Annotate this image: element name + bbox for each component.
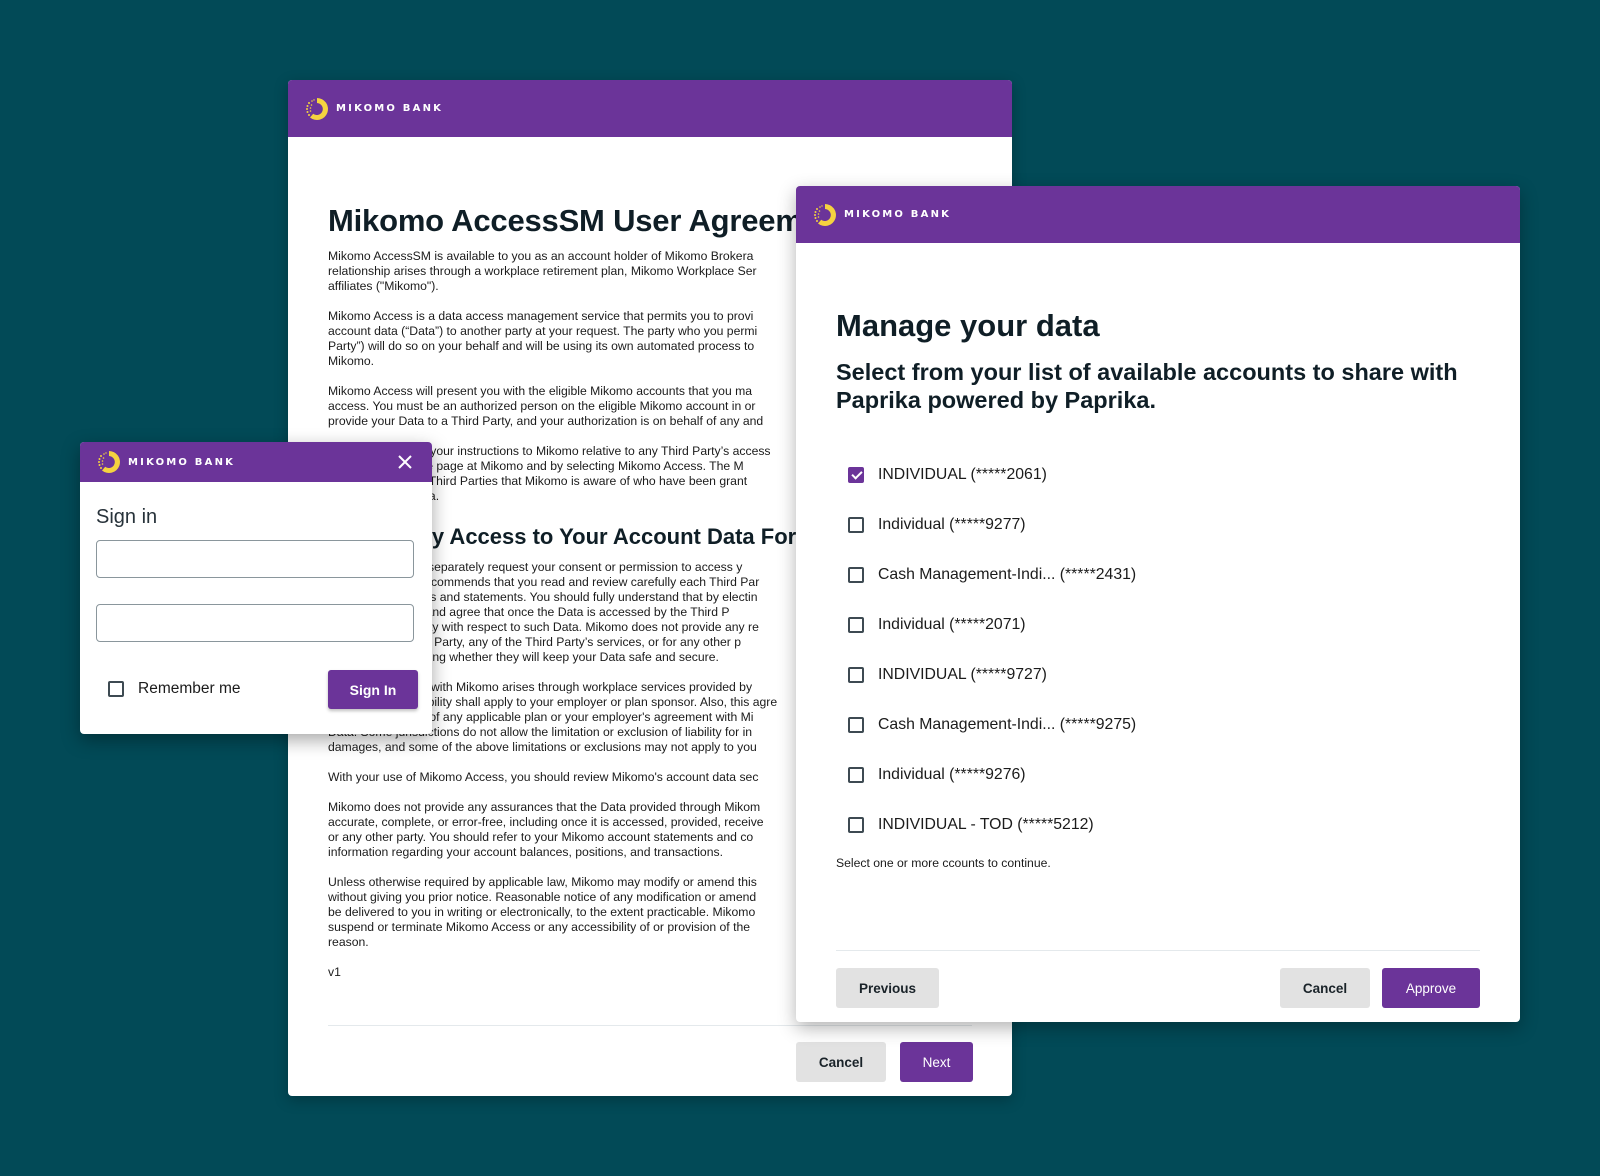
mikomo-logo: MIKOMO BANK (304, 96, 443, 122)
brand-name: MIKOMO BANK (844, 209, 952, 220)
account-label: Individual (*****9277) (878, 516, 1026, 533)
remember-me-checkbox-row[interactable]: Remember me (108, 680, 241, 698)
brand-name: MIKOMO BANK (128, 456, 236, 468)
account-label: INDIVIDUAL (*****2061) (878, 466, 1047, 483)
mikomo-ring-logo-icon (306, 97, 328, 120)
remember-me-label: Remember me (138, 680, 241, 697)
mikomo-ring-logo-icon (814, 203, 836, 226)
mikomo-logo: MIKOMO BANK (812, 202, 951, 228)
next-button[interactable]: Next (900, 1042, 973, 1082)
account-list-item[interactable]: Cash Management-Indi... (*****9275) (848, 700, 1136, 750)
account-checkbox[interactable] (848, 717, 864, 733)
account-label: Individual (*****2071) (878, 616, 1026, 633)
mikomo-logo: MIKOMO BANK (96, 449, 235, 475)
account-label: INDIVIDUAL (*****9727) (878, 666, 1047, 683)
account-checkbox[interactable] (848, 517, 864, 533)
account-checkbox[interactable] (848, 667, 864, 683)
account-checkbox[interactable] (848, 467, 864, 483)
password-input[interactable] (96, 604, 414, 642)
cancel-button[interactable]: Cancel (796, 1042, 886, 1082)
brand-header: MIKOMO BANK (796, 186, 1520, 243)
manage-data-dialog: MIKOMO BANK Manage your data Select from… (796, 186, 1520, 1022)
account-label: INDIVIDUAL - TOD (*****5212) (878, 816, 1094, 833)
account-list-item[interactable]: Cash Management-Indi... (*****2431) (848, 550, 1136, 600)
sign-in-button[interactable]: Sign In (328, 670, 418, 709)
footer-divider (836, 950, 1480, 951)
manage-data-subtitle: Select from your list of available accou… (836, 359, 1458, 413)
previous-button[interactable]: Previous (836, 968, 939, 1008)
account-list-item[interactable]: Individual (*****9277) (848, 500, 1136, 550)
account-checkbox[interactable] (848, 767, 864, 783)
account-list-item[interactable]: INDIVIDUAL - TOD (*****5212) (848, 800, 1136, 850)
account-list-item[interactable]: Individual (*****2071) (848, 600, 1136, 650)
account-checkbox[interactable] (848, 567, 864, 583)
brand-header: MIKOMO BANK (80, 442, 432, 482)
brand-name: MIKOMO BANK (336, 103, 444, 114)
manage-data-title: Manage your data (836, 308, 1100, 343)
cancel-button[interactable]: Cancel (1280, 968, 1370, 1008)
approve-button[interactable]: Approve (1382, 968, 1480, 1008)
remember-me-checkbox[interactable] (108, 681, 124, 697)
footer-divider (328, 1025, 972, 1026)
account-checkbox[interactable] (848, 817, 864, 833)
account-checkbox[interactable] (848, 617, 864, 633)
selection-hint: Select one or more ccounts to continue. (836, 856, 1051, 870)
account-label: Individual (*****9276) (878, 766, 1026, 783)
close-icon[interactable] (394, 451, 416, 473)
username-input[interactable] (96, 540, 414, 578)
sign-in-title: Sign in (96, 506, 158, 528)
mikomo-ring-logo-icon (98, 451, 120, 473)
account-label: Cash Management-Indi... (*****9275) (878, 716, 1137, 733)
account-list-item[interactable]: INDIVIDUAL (*****9727) (848, 650, 1136, 700)
account-list: INDIVIDUAL (*****2061) Individual (*****9… (848, 450, 1136, 850)
account-label: Cash Management-Indi... (*****2431) (878, 566, 1137, 583)
brand-header: MIKOMO BANK (288, 80, 1012, 137)
sign-in-dialog: MIKOMO BANK Sign in Remember me Sign In (80, 442, 432, 734)
account-list-item[interactable]: Individual (*****9276) (848, 750, 1136, 800)
account-list-item[interactable]: INDIVIDUAL (*****2061) (848, 450, 1136, 500)
